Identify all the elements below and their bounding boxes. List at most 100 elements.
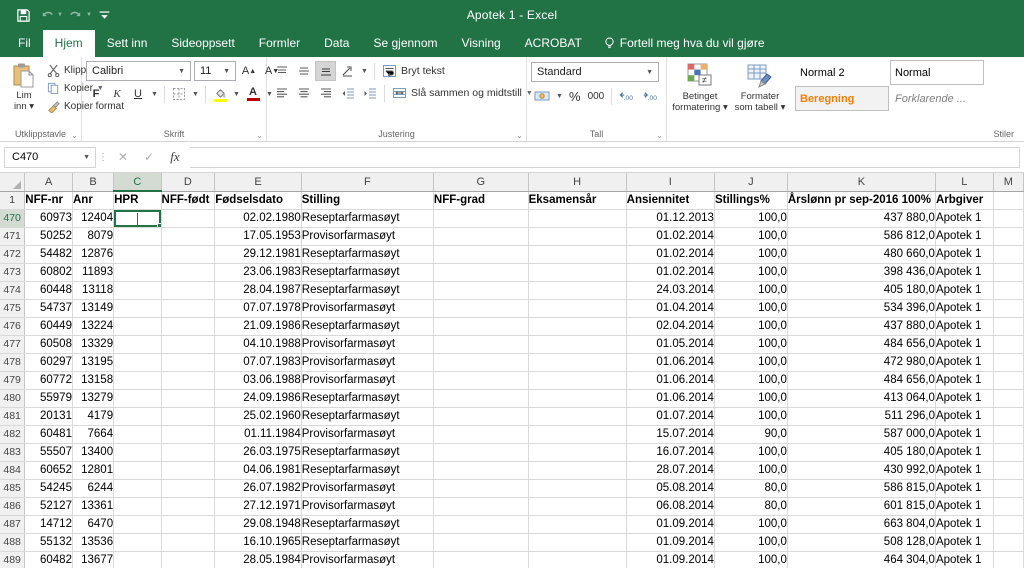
cell-M485[interactable] — [993, 479, 1024, 498]
worksheet-grid[interactable]: ABCDEFGHIJKLM 1 NFF-nr Anr HPR NFF-født Fødse… — [0, 173, 1024, 568]
cell-K475[interactable]: 534 396,0 — [787, 299, 936, 318]
cell-D479[interactable] — [161, 371, 216, 390]
cell-E485[interactable]: 26.07.1982 — [214, 479, 302, 498]
cell-D1[interactable]: NFF-født — [161, 191, 216, 210]
align-center-button[interactable] — [293, 83, 314, 103]
bold-button[interactable]: F — [86, 84, 106, 104]
cell-M476[interactable] — [993, 317, 1024, 336]
row-header-483[interactable]: 483 — [0, 443, 26, 462]
cell-L485[interactable]: Apotek 1 — [935, 479, 994, 498]
tab-acrobat[interactable]: ACROBAT — [513, 30, 594, 57]
cell-I483[interactable]: 16.07.2014 — [626, 443, 715, 462]
cell-F489[interactable]: Provisorfarmasøyt — [301, 551, 434, 568]
cell-H477[interactable] — [528, 335, 627, 354]
cell-H488[interactable] — [528, 533, 627, 552]
cell-G489[interactable] — [433, 551, 529, 568]
cell-E480[interactable]: 24.09.1986 — [214, 389, 302, 408]
tab-sett-inn[interactable]: Sett inn — [95, 30, 160, 57]
cell-K477[interactable]: 484 656,0 — [787, 335, 936, 354]
cell-A479[interactable]: 60772 — [24, 371, 73, 390]
cell-I489[interactable]: 01.09.2014 — [626, 551, 715, 568]
cell-K476[interactable]: 437 880,0 — [787, 317, 936, 336]
cell-D473[interactable] — [161, 263, 216, 282]
cell-G479[interactable] — [433, 371, 529, 390]
column-header-j[interactable]: J — [714, 173, 788, 192]
cell-F1[interactable]: Stilling — [301, 191, 434, 210]
cell-G487[interactable] — [433, 515, 529, 534]
cell-L473[interactable]: Apotek 1 — [935, 263, 994, 282]
cell-H479[interactable] — [528, 371, 627, 390]
row-header-477[interactable]: 477 — [0, 335, 26, 354]
cell-J480[interactable]: 100,0 — [714, 389, 788, 408]
cell-G482[interactable] — [433, 425, 529, 444]
cell-F484[interactable]: Reseptarfarmasøyt — [301, 461, 434, 480]
cell-G1[interactable]: NFF-grad — [433, 191, 529, 210]
decrease-indent-button[interactable] — [337, 83, 358, 103]
cell-I475[interactable]: 01.04.2014 — [626, 299, 715, 318]
column-header-g[interactable]: G — [433, 173, 529, 192]
cell-J1[interactable]: Stillings% — [714, 191, 788, 210]
cell-J486[interactable]: 80,0 — [714, 497, 788, 516]
accounting-dropdown-icon[interactable]: ▼ — [554, 86, 565, 106]
cell-C478[interactable] — [113, 353, 162, 372]
cell-C475[interactable] — [113, 299, 162, 318]
alignment-dialog-launcher-icon[interactable]: ⌄ — [516, 131, 523, 140]
insert-function-button[interactable]: fx — [162, 147, 188, 168]
cell-F486[interactable]: Provisorfarmasøyt — [301, 497, 434, 516]
cell-D483[interactable] — [161, 443, 216, 462]
cell-H483[interactable] — [528, 443, 627, 462]
cell-E472[interactable]: 29.12.1981 — [214, 245, 302, 264]
cell-B482[interactable]: 7664 — [72, 425, 115, 444]
cell-M482[interactable] — [993, 425, 1024, 444]
cell-D475[interactable] — [161, 299, 216, 318]
cell-H472[interactable] — [528, 245, 627, 264]
cell-J476[interactable]: 100,0 — [714, 317, 788, 336]
cell-C477[interactable] — [113, 335, 162, 354]
cell-M489[interactable] — [993, 551, 1024, 568]
cell-L472[interactable]: Apotek 1 — [935, 245, 994, 264]
cell-K478[interactable]: 472 980,0 — [787, 353, 936, 372]
cell-J474[interactable]: 100,0 — [714, 281, 788, 300]
cell-E483[interactable]: 26.03.1975 — [214, 443, 302, 462]
cell-K479[interactable]: 484 656,0 — [787, 371, 936, 390]
tab-data[interactable]: Data — [312, 30, 361, 57]
accounting-format-button[interactable] — [531, 86, 553, 106]
tab-formler[interactable]: Formler — [247, 30, 312, 57]
cell-I487[interactable]: 01.09.2014 — [626, 515, 715, 534]
cell-A472[interactable]: 54482 — [24, 245, 73, 264]
cell-J484[interactable]: 100,0 — [714, 461, 788, 480]
cell-D487[interactable] — [161, 515, 216, 534]
row-header-489[interactable]: 489 — [0, 551, 26, 568]
row-header-487[interactable]: 487 — [0, 515, 26, 534]
cell-K480[interactable]: 413 064,0 — [787, 389, 936, 408]
cell-M488[interactable] — [993, 533, 1024, 552]
cell-D470[interactable] — [161, 209, 216, 228]
cell-K473[interactable]: 398 436,0 — [787, 263, 936, 282]
customize-qat-icon[interactable] — [94, 4, 116, 26]
cell-H481[interactable] — [528, 407, 627, 426]
cell-M474[interactable] — [993, 281, 1024, 300]
cell-L1[interactable]: Arbgiver — [935, 191, 994, 210]
cell-J489[interactable]: 100,0 — [714, 551, 788, 568]
cell-F487[interactable]: Reseptarfarmasøyt — [301, 515, 434, 534]
cell-K486[interactable]: 601 815,0 — [787, 497, 936, 516]
cell-K489[interactable]: 464 304,0 — [787, 551, 936, 568]
increase-decimal-button[interactable]: .00 — [616, 86, 639, 106]
cell-K470[interactable]: 437 880,0 — [787, 209, 936, 228]
row-header-474[interactable]: 474 — [0, 281, 26, 300]
column-header-l[interactable]: L — [935, 173, 994, 192]
decrease-decimal-button[interactable]: .00 — [640, 86, 663, 106]
column-header-k[interactable]: K — [787, 173, 936, 192]
tab-hjem[interactable]: Hjem — [42, 30, 95, 57]
cell-D478[interactable] — [161, 353, 216, 372]
cell-A483[interactable]: 55507 — [24, 443, 73, 462]
cell-I485[interactable]: 05.08.2014 — [626, 479, 715, 498]
cell-B472[interactable]: 12876 — [72, 245, 115, 264]
confirm-entry-button[interactable]: ✓ — [136, 147, 162, 168]
cell-K487[interactable]: 663 804,0 — [787, 515, 936, 534]
cell-K472[interactable]: 480 660,0 — [787, 245, 936, 264]
chevron-down-icon[interactable]: ▼ — [83, 154, 93, 161]
cell-L477[interactable]: Apotek 1 — [935, 335, 994, 354]
cell-J481[interactable]: 100,0 — [714, 407, 788, 426]
cell-K474[interactable]: 405 180,0 — [787, 281, 936, 300]
